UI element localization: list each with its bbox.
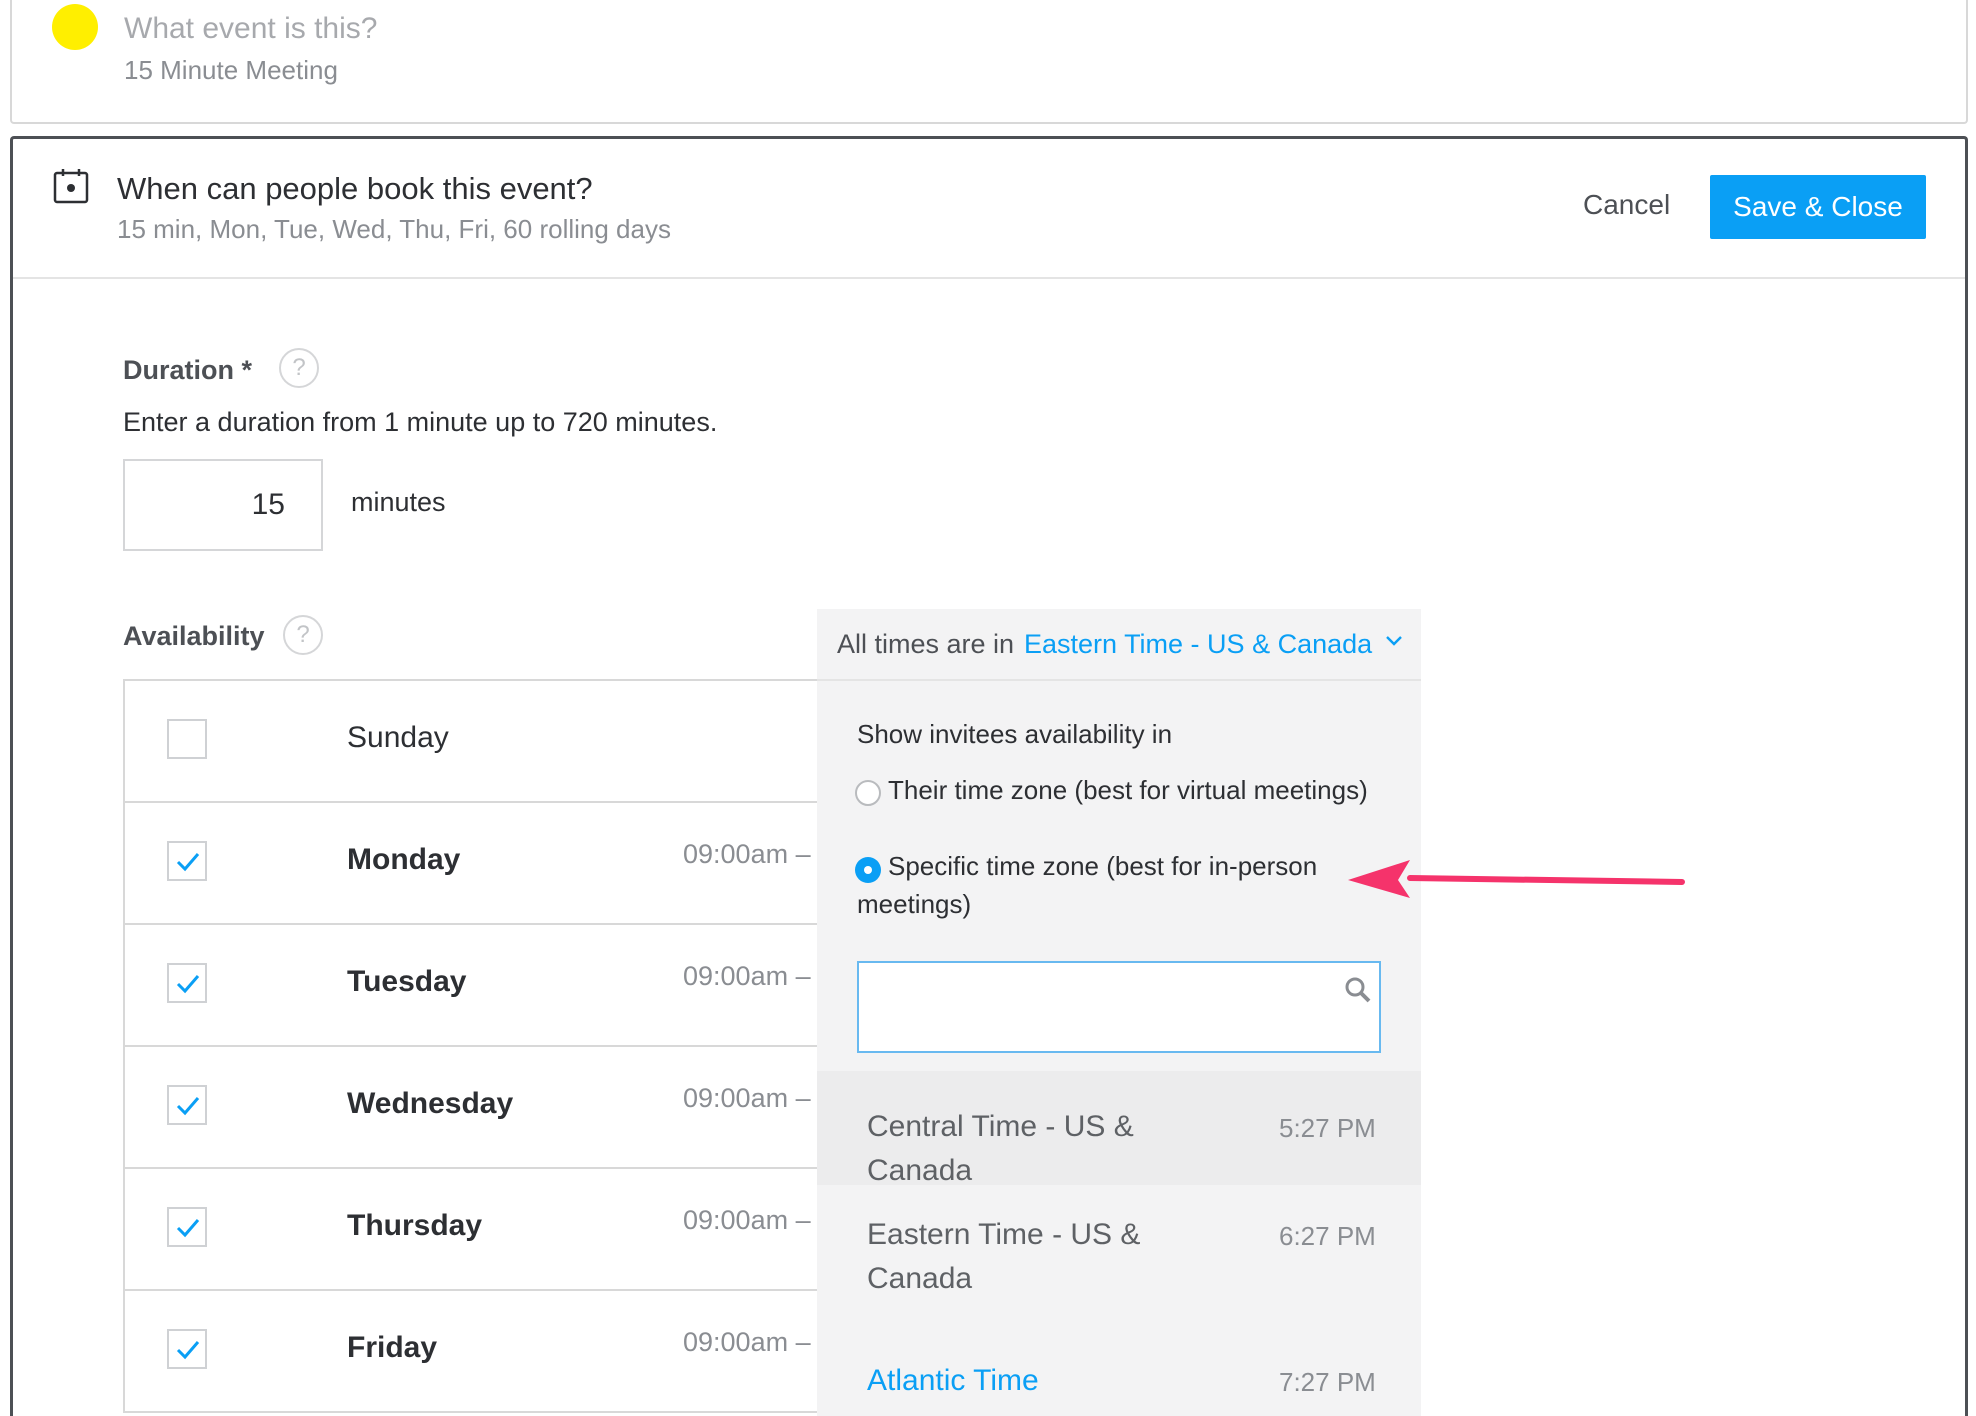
tuesday-checkbox[interactable] — [167, 963, 207, 1003]
availability-label: Availability — [123, 621, 265, 651]
duration-help-icon[interactable]: ? — [279, 348, 319, 388]
duration-input[interactable] — [123, 459, 323, 551]
day-name: Wednesday — [347, 1087, 514, 1120]
timezone-prefix: All times are in — [837, 629, 1015, 659]
day-name: Friday — [347, 1331, 438, 1364]
days-list: Sunday Monday 09:00am – 05:00pm Tuesday … — [123, 679, 923, 1413]
specific-timezone-label[interactable]: Specific time zone (best for in-person m… — [857, 847, 1377, 923]
monday-checkbox[interactable] — [167, 841, 207, 881]
panel-title: When can people book this event? — [117, 171, 593, 206]
thursday-checkbox[interactable] — [167, 1207, 207, 1247]
save-close-button[interactable]: Save & Close — [1710, 175, 1926, 239]
day-name: Sunday — [347, 721, 449, 754]
timezone-option[interactable]: Eastern Time - US & Canada 6:27 PM — [817, 1185, 1421, 1325]
day-row-thursday[interactable]: Thursday 09:00am – 05:00pm — [125, 1169, 923, 1291]
day-row-sunday[interactable]: Sunday — [125, 681, 833, 803]
panel-summary: 15 min, Mon, Tue, Wed, Thu, Fri, 60 roll… — [117, 214, 671, 244]
timezone-option[interactable]: Central Time - US & Canada 5:27 PM — [817, 1071, 1421, 1187]
day-row-wednesday[interactable]: Wednesday 09:00am – 05:00pm — [125, 1047, 923, 1169]
their-timezone-label[interactable]: Their time zone (best for virtual meetin… — [857, 771, 1377, 809]
check-icon — [176, 1219, 200, 1238]
check-icon — [176, 1097, 200, 1116]
timezone-toggle[interactable]: All times are in Eastern Time - US & Can… — [817, 609, 1421, 681]
timezone-option-name: Eastern Time - US & Canada — [867, 1218, 1141, 1295]
check-icon — [176, 975, 200, 994]
panel-header: When can people book this event? 15 min,… — [13, 139, 1965, 279]
chevron-down-icon[interactable] — [1385, 635, 1403, 647]
annotation-arrow — [1348, 860, 1685, 898]
day-row-friday[interactable]: Friday 09:00am – 05:00pm — [125, 1291, 923, 1413]
sunday-checkbox[interactable] — [167, 719, 207, 759]
calendar-icon — [53, 169, 89, 204]
event-name: 15 Minute Meeting — [124, 55, 338, 85]
day-row-tuesday[interactable]: Tuesday 09:00am – 05:00pm — [125, 925, 923, 1047]
duration-label: Duration * — [123, 355, 253, 385]
timezone-option[interactable]: Atlantic Time 7:27 PM — [817, 1325, 1421, 1416]
timezone-search-input[interactable] — [859, 963, 1379, 1051]
event-card[interactable]: What event is this? 15 Minute Meeting — [10, 0, 1968, 124]
duration-hint: Enter a duration from 1 minute up to 720… — [123, 407, 718, 437]
timezone-option-time: 5:27 PM — [1279, 1113, 1376, 1143]
timezone-option-name: Central Time - US & Canada — [867, 1110, 1134, 1187]
friday-checkbox[interactable] — [167, 1329, 207, 1369]
day-row-monday[interactable]: Monday 09:00am – 05:00pm — [125, 803, 923, 925]
availability-help-icon[interactable]: ? — [283, 615, 323, 655]
timezone-dropdown: All times are in Eastern Time - US & Can… — [817, 609, 1421, 1416]
timezone-option-time: 7:27 PM — [1279, 1367, 1376, 1397]
timezone-search[interactable] — [857, 961, 1381, 1053]
wednesday-checkbox[interactable] — [167, 1085, 207, 1125]
event-color-dot — [52, 4, 98, 50]
check-icon — [176, 1341, 200, 1360]
day-name: Monday — [347, 843, 461, 876]
day-name: Thursday — [347, 1209, 483, 1242]
cancel-button[interactable]: Cancel — [1583, 189, 1670, 221]
event-question: What event is this? — [124, 12, 378, 45]
duration-unit: minutes — [351, 487, 446, 517]
check-icon — [176, 853, 200, 872]
timezone-option-name: Atlantic Time — [867, 1364, 1039, 1397]
timezone-show-label: Show invitees availability in — [857, 719, 1173, 749]
timezone-current[interactable]: Eastern Time - US & Canada — [1024, 629, 1372, 660]
day-name: Tuesday — [347, 965, 467, 998]
timezone-option-time: 6:27 PM — [1279, 1221, 1376, 1251]
search-icon — [1345, 977, 1371, 1003]
